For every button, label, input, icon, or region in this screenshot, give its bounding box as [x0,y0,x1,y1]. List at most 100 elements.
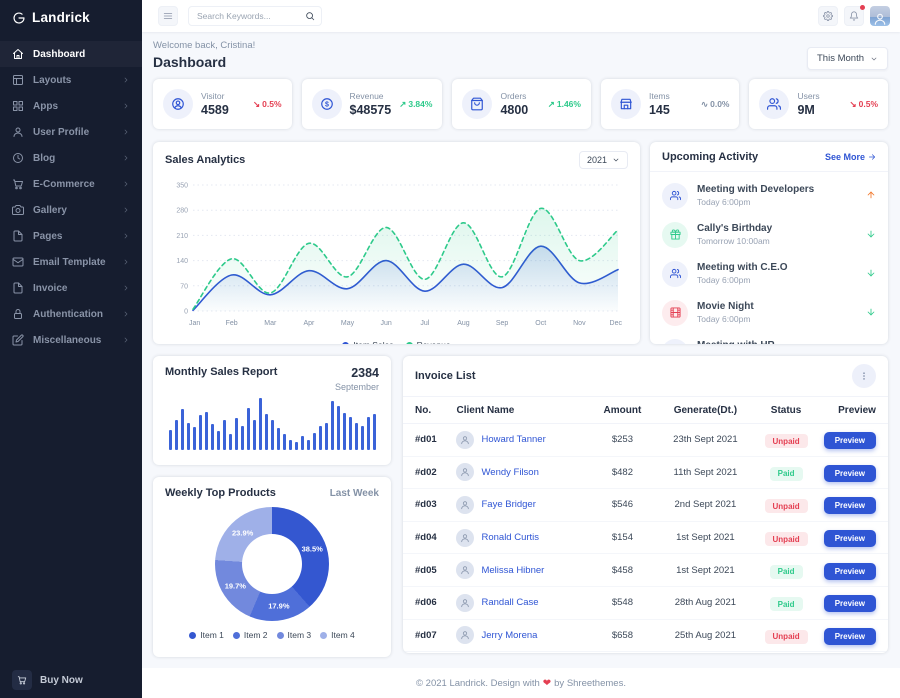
sidebar-item[interactable]: Apps [0,93,142,119]
chevron-right-icon [122,102,130,110]
invoice-row[interactable]: #d06 Randall Case $548 28th Aug 2021 Pai… [403,587,888,620]
chevron-right-icon [122,310,130,318]
sidebar-item-label: Layouts [33,75,113,86]
activity-item[interactable]: Movie Night Today 6:00pm [662,293,876,332]
client-name-link[interactable]: Melissa Hibner [481,565,544,576]
search-box [188,6,322,26]
trend-value: 0.5% [262,99,281,109]
preview-button[interactable]: Preview [824,497,876,514]
upcoming-activity-panel: Upcoming Activity See More Meeti [650,142,888,344]
stat-card: Revenue $48575 ↗ 3.84% [302,79,443,129]
preview-button[interactable]: Preview [824,563,876,580]
menu-toggle-button[interactable] [158,6,178,26]
bar [265,414,268,450]
sidebar-item-icon [12,74,24,86]
sidebar-item[interactable]: Blog [0,145,142,171]
client-avatar [456,626,474,644]
activity-item[interactable]: Meeting with C.E.O Today 6:00pm [662,254,876,293]
activity-item-title: Meeting with Developers [697,184,857,195]
stat-label: Users [797,91,841,101]
search-input[interactable] [197,11,305,21]
client-name-link[interactable]: Howard Tanner [481,434,545,445]
sidebar-item-icon [12,126,24,138]
trend-icon: ↘ [253,99,260,110]
more-vertical-icon [859,371,869,381]
status-badge: Unpaid [765,630,808,644]
bar [313,433,316,450]
invoice-row[interactable]: #d04 Ronald Curtis $154 1st Sept 2021 Un… [403,522,888,555]
client-name-link[interactable]: Ronald Curtis [481,532,539,543]
preview-button[interactable]: Preview [824,432,876,449]
year-select[interactable]: 2021 [579,151,628,169]
donut-hole [242,534,302,594]
sidebar-item[interactable]: Pages [0,223,142,249]
preview-button[interactable]: Preview [824,595,876,612]
invoice-amount: $548 [590,597,655,608]
sidebar-item[interactable]: Dashboard [0,41,142,67]
client-name-link[interactable]: Jerry Morena [481,630,537,641]
invoice-row[interactable]: #d03 Faye Bridger $546 2nd Sept 2021 Unp… [403,489,888,522]
invoice-row[interactable]: #d02 Wendy Filson $482 11th Sept 2021 Pa… [403,457,888,490]
status-badge: Unpaid [765,499,808,513]
chevron-right-icon [122,258,130,266]
sidebar-item[interactable]: Authentication [0,301,142,327]
search-icon[interactable] [305,11,315,21]
sidebar-item[interactable]: Email Template [0,249,142,275]
preview-button[interactable]: Preview [824,465,876,482]
chevron-right-icon [122,206,130,214]
buy-now-label: Buy Now [40,675,83,686]
year-select-value: 2021 [587,155,607,165]
activity-item[interactable]: Meeting with Developers Today 6:00pm [662,176,876,215]
stat-card: Orders 4800 ↗ 1.46% [452,79,591,129]
sidebar-item[interactable]: E-Commerce [0,171,142,197]
stat-change: ∿ 0.0% [701,99,730,110]
activity-item[interactable]: Meeting with HR Today 6:00pm [662,332,876,344]
buy-now-button[interactable]: Buy Now [12,670,83,690]
sidebar-item[interactable]: Gallery [0,197,142,223]
activity-icon [662,261,688,287]
sales-analytics-panel: Sales Analytics 2021 070140210280350JanF… [153,142,640,344]
col-client-name: Client Name [456,405,590,416]
landrick-logo-icon [12,11,26,25]
bar [247,408,250,450]
sidebar-item[interactable]: User Profile [0,119,142,145]
activity-item[interactable]: Cally's Birthday Tomorrow 10:00am [662,215,876,254]
heart-icon: ❤ [543,678,551,689]
sidebar-item[interactable]: Invoice [0,275,142,301]
invoice-row[interactable]: #d07 Jerry Morena $658 25th Aug 2021 Unp… [403,620,888,653]
sidebar-item-label: Gallery [33,205,113,216]
sidebar-item-icon [12,204,24,216]
sidebar-item-icon [12,100,24,112]
trend-value: 3.84% [408,99,432,109]
settings-button[interactable] [818,6,838,26]
monthly-sales-panel: Monthly Sales Report 2384 September [153,356,391,465]
invoice-options-button[interactable] [852,364,876,388]
sidebar-item[interactable]: Layouts [0,67,142,93]
svg-text:Nov: Nov [573,320,586,327]
invoice-date: 25th Aug 2021 [655,630,756,641]
sidebar-item[interactable]: Miscellaneous [0,327,142,353]
invoice-row[interactable]: #d01 Howard Tanner $253 23th Sept 2021 U… [403,424,888,457]
bar [199,415,202,450]
activity-item-time: Tomorrow 10:00am [697,236,857,246]
client-name-link[interactable]: Wendy Filson [481,467,538,478]
bar [331,401,334,450]
client-name-link[interactable]: Randall Case [481,597,538,608]
invoice-row[interactable]: #d05 Melissa Hibner $458 1st Sept 2021 P… [403,554,888,587]
see-more-link[interactable]: See More [825,152,876,162]
period-select[interactable]: This Month [807,47,888,70]
bar [235,418,238,450]
preview-button[interactable]: Preview [824,628,876,645]
preview-button[interactable]: Preview [824,530,876,547]
trend-value: 1.46% [557,99,581,109]
arrow-right-icon [868,153,876,161]
brand[interactable]: Landrick [0,0,142,37]
activity-direction-icon [866,265,876,283]
sidebar-item-label: Authentication [33,309,113,320]
hamburger-icon [163,11,173,21]
activity-list: Meeting with Developers Today 6:00pm Cal… [650,172,888,344]
user-avatar[interactable] [870,6,890,26]
notifications-button[interactable] [844,6,864,26]
invoice-table-body: #d01 Howard Tanner $253 23th Sept 2021 U… [403,424,888,652]
client-name-link[interactable]: Faye Bridger [481,499,535,510]
